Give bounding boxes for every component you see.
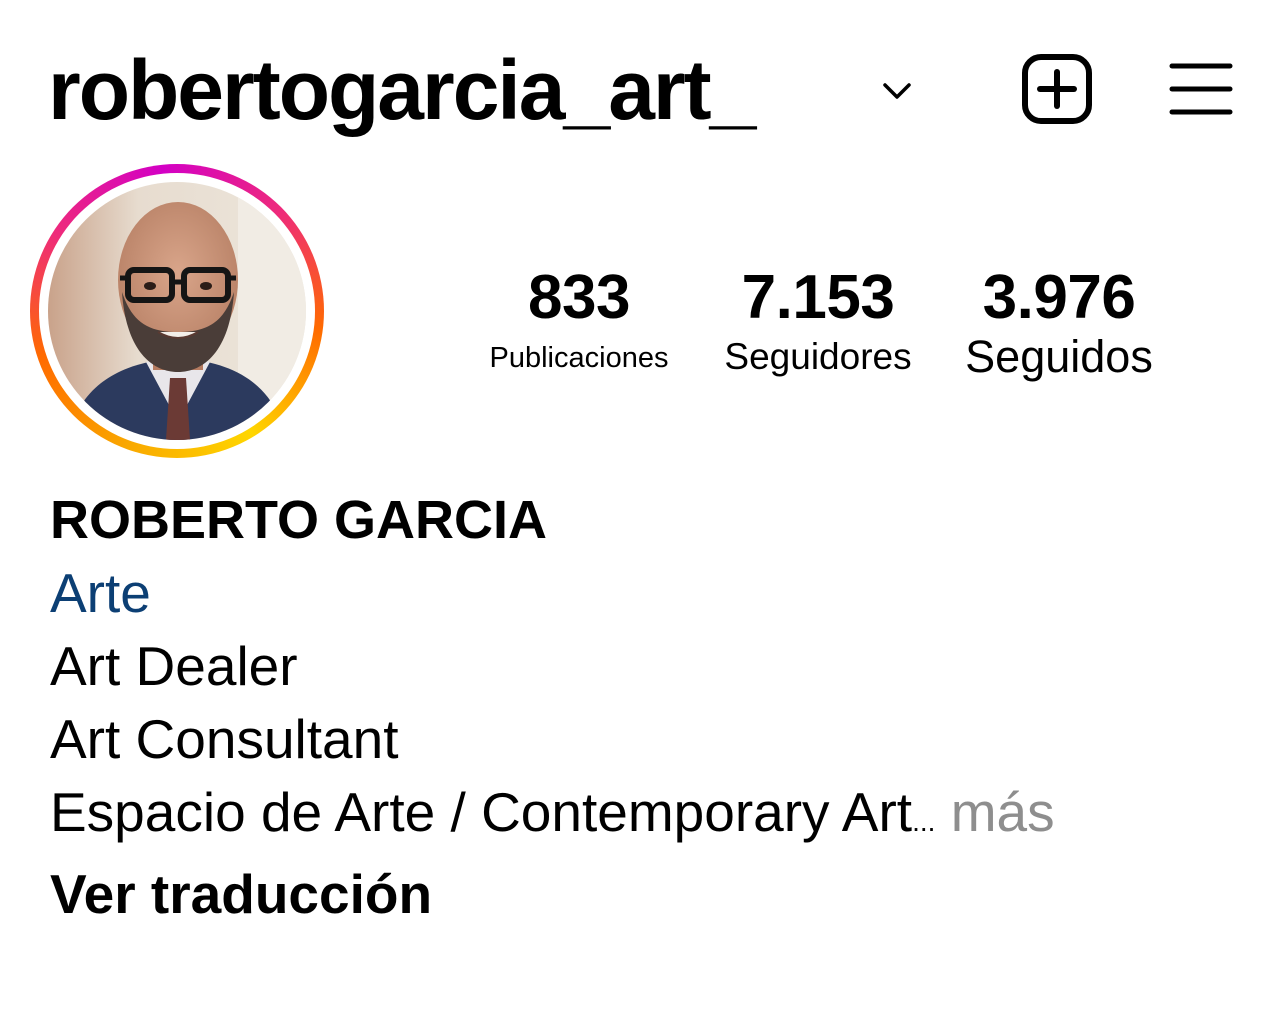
posts-count: 833: [528, 263, 630, 332]
see-translation-link[interactable]: Ver traducción: [50, 858, 1250, 931]
more-link[interactable]: más: [951, 781, 1055, 843]
bio-ellipsis: ...: [912, 806, 936, 837]
avatar: [48, 182, 306, 440]
stat-followers[interactable]: 7.153 Seguidores: [706, 262, 930, 380]
stat-following[interactable]: 3.976 Seguidos: [946, 262, 1172, 384]
username-title[interactable]: robertogarcia_art_: [48, 40, 756, 140]
plus-square-icon[interactable]: [1020, 52, 1094, 126]
stat-posts[interactable]: 833 Publicaciones: [466, 262, 692, 378]
bio-line-1: Art Dealer: [50, 635, 298, 697]
bio-line-3: Espacio de Arte / Contemporary Art... má…: [50, 776, 1250, 858]
profile-category-link[interactable]: Arte: [50, 557, 1250, 630]
avatar-story-ring[interactable]: [30, 164, 324, 458]
hamburger-menu-icon[interactable]: [1166, 60, 1236, 120]
following-label: Seguidos: [965, 331, 1153, 382]
profile-bio: ROBERTO GARCIA Arte Art Dealer Art Consu…: [50, 484, 1250, 931]
followers-label: Seguidores: [724, 336, 912, 377]
posts-label: Publicaciones: [489, 342, 669, 374]
bio-line-3-text: Espacio de Arte / Contemporary Art: [50, 781, 913, 843]
following-count: 3.976: [982, 263, 1136, 332]
chevron-down-icon[interactable]: [878, 72, 916, 110]
followers-count: 7.153: [741, 263, 895, 332]
avatar-portrait-image: [48, 182, 306, 440]
bio-line-2: Art Consultant: [50, 708, 399, 770]
profile-name: ROBERTO GARCIA: [50, 490, 548, 550]
profile-header: robertogarcia_art_: [0, 0, 1284, 170]
avatar-border: [39, 173, 315, 449]
